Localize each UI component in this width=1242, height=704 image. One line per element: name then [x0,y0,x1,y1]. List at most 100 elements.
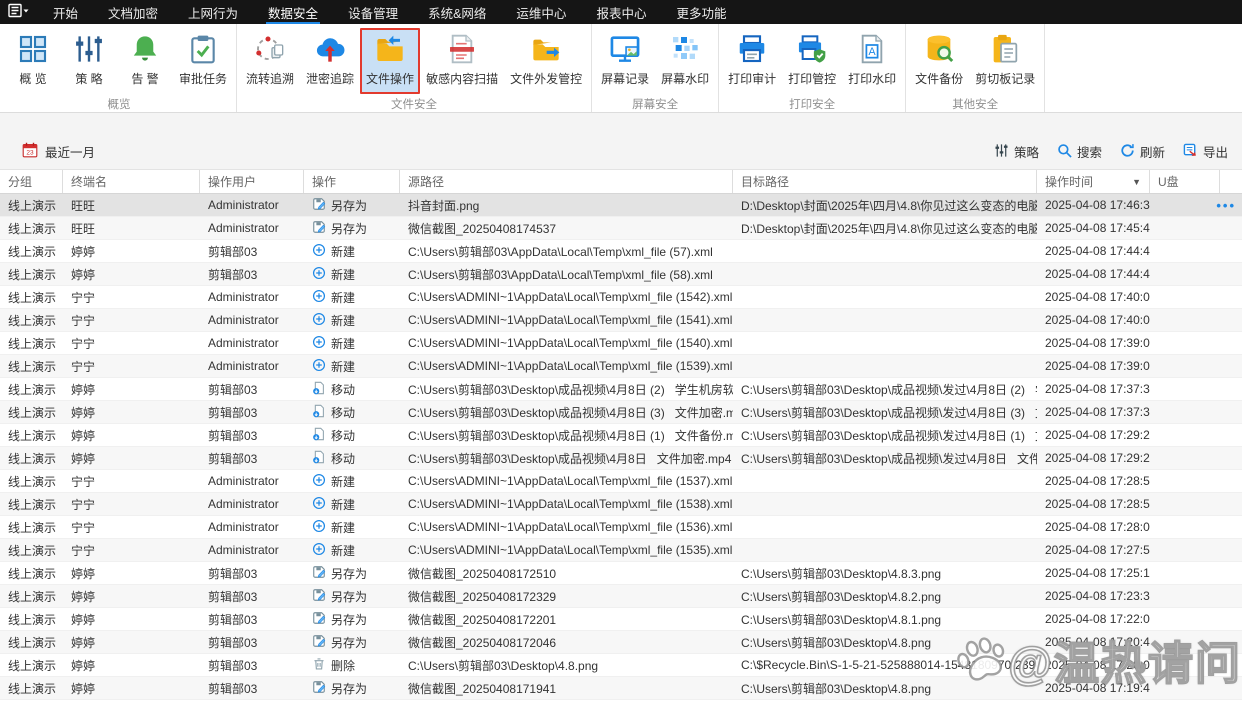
tool-policy-icon [994,143,1009,161]
column-header-terminal[interactable]: 终端名 [63,170,200,193]
table-row[interactable]: 线上演示 宁宁 Administrator 新建 C:\Users\ADMINI~1\A… [0,332,1242,355]
column-header-group[interactable]: 分组 [0,170,63,193]
cell-group: 线上演示 [8,451,57,466]
cell-terminal: 婷婷 [71,451,96,466]
cell-time: 2025-04-08 17:23:32 [1045,589,1150,603]
cell-dst: C:\Users\剪辑部03\Desktop\4.8.3.png [741,566,942,581]
cell-time: 2025-04-08 17:46:32 [1045,198,1150,212]
table-row[interactable]: 线上演示 婷婷 剪辑部03 另存为 微信截图_20250408172201 C:\User… [0,608,1242,631]
menu-item-运维中心[interactable]: 运维中心 [501,0,581,24]
column-header-op[interactable]: 操作 [304,170,400,193]
table-row[interactable]: 线上演示 婷婷 剪辑部03 移动 C:\Users\剪辑部03\Desktop\成品视频… [0,401,1242,424]
menu-item-更多功能[interactable]: 更多功能 [661,0,741,24]
table-row[interactable]: 线上演示 婷婷 剪辑部03 移动 C:\Users\剪辑部03\Desktop\成品视频… [0,378,1242,401]
table-row[interactable]: 线上演示 婷婷 剪辑部03 移动 C:\Users\剪辑部03\Desktop\成品视频… [0,424,1242,447]
cell-op: 新建 [304,542,400,559]
cell-dst: C:\Users\剪辑部03\Desktop\成品视频\发过\4月8日 (3) … [741,405,1037,420]
ribbon-button-policy[interactable]: 策 略 [61,28,117,94]
overview-icon [15,31,51,67]
table-row[interactable]: 线上演示 婷婷 剪辑部03 新建 C:\Users\剪辑部03\AppData\Loca… [0,240,1242,263]
ribbon-button-alert[interactable]: 告 警 [117,28,173,94]
ribbon-button-print-control[interactable]: 打印管控 [782,28,842,94]
saveas-icon [312,588,326,605]
ribbon-button-trace[interactable]: 流转追溯 [240,28,300,94]
table-row[interactable]: 线上演示 婷婷 剪辑部03 删除 C:\Users\剪辑部03\Desktop\4.8.… [0,654,1242,677]
ribbon-button-print-watermark[interactable]: A 打印水印 [842,28,902,94]
date-range-filter[interactable]: 23 最近一月 [22,142,95,161]
menu-item-上网行为[interactable]: 上网行为 [173,0,253,24]
op-label: 新建 [331,336,356,351]
filter-dropdown-icon[interactable]: ▼ [1132,177,1141,187]
op-label: 新建 [331,520,356,535]
cell-terminal: 婷婷 [71,681,96,696]
ribbon-button-label: 打印管控 [788,72,837,86]
saveas-icon [312,634,326,651]
top-menubar: 开始 文档加密 上网行为 数据安全 设备管理 系统&网络 运维中心 报表中心 更多功能 [0,0,1242,24]
menu-item-文档加密[interactable]: 文档加密 [93,0,173,24]
ribbon-group-打印安全: 打印审计 打印管控 A 打印水印 打印安全 [719,24,907,112]
table-row[interactable]: 线上演示 婷婷 剪辑部03 另存为 微信截图_20250408172329 C:\User… [0,585,1242,608]
ribbon-button-screen-watermark[interactable]: 屏幕水印 [655,28,715,94]
tool-policy[interactable]: 策略 [994,142,1039,161]
tool-export[interactable]: 导出 [1183,142,1228,161]
cell-user: 剪辑部03 [208,589,258,604]
menu-item-报表中心[interactable]: 报表中心 [581,0,661,24]
table-row[interactable]: 线上演示 旺旺 Administrator 另存为 微信截图_2025040817453… [0,217,1242,240]
menu-item-设备管理[interactable]: 设备管理 [333,0,413,24]
table-row[interactable]: 线上演示 婷婷 剪辑部03 另存为 微信截图_20250408172510 C:\User… [0,562,1242,585]
ribbon-button-approval[interactable]: 审批任务 [173,28,233,94]
table-row[interactable]: 线上演示 宁宁 Administrator 新建 C:\Users\ADMINI~1\A… [0,355,1242,378]
cell-src: C:\Users\剪辑部03\Desktop\成品视频\4月8日 (3) 文件加… [408,405,733,420]
table-row[interactable]: 线上演示 婷婷 剪辑部03 另存为 微信截图_20250408171941 C:\User… [0,677,1242,700]
cell-group: 线上演示 [8,244,57,259]
tool-search[interactable]: 搜索 [1057,142,1102,161]
op-label: 新建 [331,359,356,374]
row-actions-menu[interactable]: ••• [1216,198,1236,213]
table-row[interactable]: 线上演示 婷婷 剪辑部03 移动 C:\Users\剪辑部03\Desktop\成品视频… [0,447,1242,470]
cell-terminal: 婷婷 [71,635,96,650]
cell-src: C:\Users\ADMINI~1\AppData\Local\Temp\xml… [408,474,733,488]
menu-item-系统&网络[interactable]: 系统&网络 [413,0,501,24]
column-header-time[interactable]: 操作时间 ▼ [1037,170,1150,193]
table-row[interactable]: 线上演示 宁宁 Administrator 新建 C:\Users\ADMINI~1\A… [0,309,1242,332]
ribbon-button-overview[interactable]: 概 览 [5,28,61,94]
file-ops-icon [372,31,408,67]
table-row[interactable]: 线上演示 宁宁 Administrator 新建 C:\Users\ADMINI~1\A… [0,516,1242,539]
tool-refresh[interactable]: 刷新 [1120,142,1165,161]
ribbon-button-print-audit[interactable]: 打印审计 [722,28,782,94]
table-row[interactable]: 线上演示 宁宁 Administrator 新建 C:\Users\ADMINI~1\A… [0,539,1242,562]
table-row[interactable]: 线上演示 宁宁 Administrator 新建 C:\Users\ADMINI~1\A… [0,493,1242,516]
menu-item-数据安全[interactable]: 数据安全 [253,0,333,24]
cell-src: 微信截图_20250408172046 [408,635,557,650]
cell-op: 另存为 [304,565,400,582]
ribbon-button-label: 敏感内容扫描 [426,72,499,86]
ribbon-button-screen-record[interactable]: 屏幕记录 [595,28,655,94]
cell-terminal: 宁宁 [71,313,96,328]
column-header-src[interactable]: 源路径 [400,170,733,193]
cell-src: C:\Users\剪辑部03\Desktop\成品视频\4月8日 (2) 学生机… [408,382,733,397]
ribbon-button-backup[interactable]: 文件备份 [909,28,969,94]
table-row[interactable]: 线上演示 婷婷 剪辑部03 另存为 微信截图_20250408172046 C:\User… [0,631,1242,654]
cell-terminal: 宁宁 [71,290,96,305]
table-row[interactable]: 线上演示 宁宁 Administrator 新建 C:\Users\ADMINI~1\A… [0,470,1242,493]
cell-src: C:\Users\ADMINI~1\AppData\Local\Temp\xml… [408,520,733,534]
cell-group: 线上演示 [8,198,57,213]
cell-group: 线上演示 [8,658,57,673]
ribbon-button-scan[interactable]: 敏感内容扫描 [420,28,504,94]
table-row[interactable]: 线上演示 旺旺 Administrator 另存为 抖音封面.png D:\Desktop… [0,194,1242,217]
ribbon-button-file-ops[interactable]: 文件操作 [360,28,421,94]
column-header-user[interactable]: 操作用户 [200,170,304,193]
cell-src: 抖音封面.png [408,198,480,213]
table-row[interactable]: 线上演示 宁宁 Administrator 新建 C:\Users\ADMINI~1\A… [0,286,1242,309]
cell-terminal: 婷婷 [71,428,96,443]
column-header-dst[interactable]: 目标路径 [733,170,1037,193]
ribbon-button-clipboard[interactable]: 剪切板记录 [969,28,1041,94]
cell-terminal: 旺旺 [71,198,96,213]
table-row[interactable]: 线上演示 婷婷 剪辑部03 新建 C:\Users\剪辑部03\AppData\Loca… [0,263,1242,286]
ribbon-button-leak[interactable]: 泄密追踪 [300,28,360,94]
calendar-icon: 23 [22,142,38,161]
menu-item-开始[interactable]: 开始 [38,0,93,24]
ribbon-button-outgoing[interactable]: 文件外发管控 [504,28,588,94]
column-header-udisk[interactable]: U盘 [1150,170,1220,193]
app-menu-button[interactable] [0,0,38,24]
